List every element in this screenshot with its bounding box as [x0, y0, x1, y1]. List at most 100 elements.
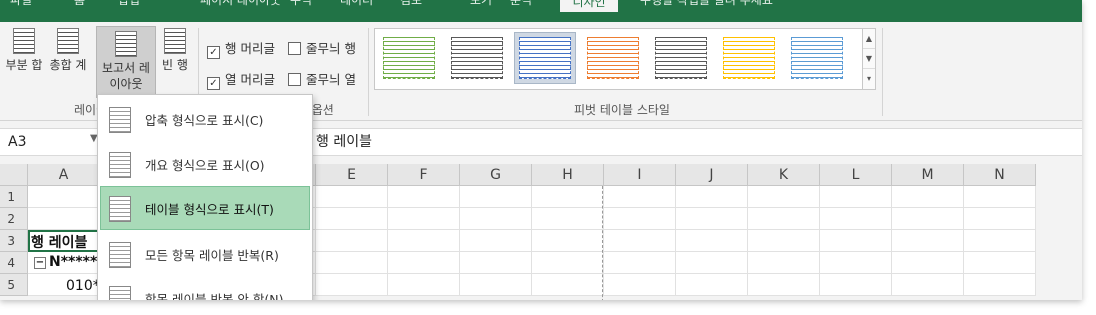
cell[interactable] — [604, 252, 676, 274]
column-header-k[interactable]: K — [748, 164, 820, 186]
tab-file[interactable]: 파일 — [10, 0, 32, 10]
tab-design[interactable]: 디자인 — [560, 0, 618, 12]
tab-analyze[interactable]: 분석 — [510, 0, 532, 10]
cell[interactable] — [748, 252, 820, 274]
gallery-more-icon[interactable]: ▾ — [863, 69, 875, 89]
select-all-corner[interactable] — [0, 164, 28, 186]
report-layout-button[interactable]: 보고서 레이아웃 — [96, 26, 156, 98]
cell[interactable] — [460, 230, 532, 252]
column-header-n[interactable]: N — [964, 164, 1036, 186]
row-header-4[interactable]: 4 — [0, 252, 28, 274]
column-header-g[interactable]: G — [460, 164, 532, 186]
cell[interactable] — [892, 208, 964, 230]
column-header-i[interactable]: I — [604, 164, 676, 186]
cell[interactable] — [748, 274, 820, 296]
cell[interactable] — [820, 274, 892, 296]
cell[interactable] — [532, 230, 604, 252]
cell[interactable] — [964, 274, 1036, 296]
style-thumb[interactable] — [447, 33, 507, 83]
cell[interactable] — [748, 230, 820, 252]
style-thumb[interactable] — [583, 33, 643, 83]
gallery-down-icon[interactable]: ▼ — [863, 49, 875, 69]
column-header-m[interactable]: M — [892, 164, 964, 186]
cell-a4[interactable]: − N***** — [34, 254, 98, 270]
collapse-icon[interactable]: − — [34, 257, 46, 269]
tab-page-layout[interactable]: 페이지 레이아웃 — [200, 0, 281, 10]
cell[interactable] — [964, 252, 1036, 274]
cell[interactable] — [676, 274, 748, 296]
gallery-up-icon[interactable]: ▲ — [863, 29, 875, 49]
cell[interactable] — [964, 186, 1036, 208]
menu-tabular-form[interactable]: 테이블 형식으로 표시(T) — [100, 186, 310, 230]
cell[interactable] — [820, 208, 892, 230]
col-headers-checkbox[interactable]: ✓ 열 머리글 — [207, 69, 275, 90]
tell-me-box[interactable]: 수행할 작업을 알려 주세요 — [640, 0, 773, 10]
cell[interactable] — [460, 186, 532, 208]
menu-no-repeat-labels[interactable]: 항목 레이블 반복 안 함(N) — [101, 277, 309, 300]
cell-a5[interactable]: 010* — [66, 278, 98, 294]
row-header-2[interactable]: 2 — [0, 208, 28, 230]
tab-data[interactable]: 데이터 — [340, 0, 373, 10]
cell[interactable] — [388, 208, 460, 230]
row-header-5[interactable]: 5 — [0, 274, 28, 296]
cell[interactable] — [604, 230, 676, 252]
cell[interactable] — [28, 208, 100, 230]
banded-rows-checkbox[interactable]: 줄무늬 행 — [288, 38, 356, 57]
style-thumb[interactable] — [651, 33, 711, 83]
tab-review[interactable]: 검토 — [400, 0, 422, 10]
blank-rows-button[interactable]: 빈 행 — [158, 28, 192, 98]
style-thumb-selected[interactable] — [514, 32, 576, 84]
tab-insert[interactable]: 삽입 — [118, 0, 140, 10]
row-header-3[interactable]: 3 — [0, 230, 28, 252]
cell[interactable] — [604, 274, 676, 296]
subtotals-button[interactable]: 부분 합 — [4, 28, 44, 98]
cell[interactable] — [532, 186, 604, 208]
cell[interactable] — [388, 186, 460, 208]
cell[interactable] — [604, 208, 676, 230]
cell[interactable] — [820, 230, 892, 252]
pivot-styles-gallery[interactable] — [374, 28, 864, 90]
row-header-1[interactable]: 1 — [0, 186, 28, 208]
name-box[interactable]: A3 — [0, 133, 100, 151]
column-header-f[interactable]: F — [388, 164, 460, 186]
menu-repeat-all-labels[interactable]: 모든 항목 레이블 반복(R) — [101, 233, 309, 275]
cell[interactable] — [604, 186, 676, 208]
style-thumb[interactable] — [379, 33, 439, 83]
formula-content[interactable]: 행 레이블 — [316, 133, 372, 151]
cell[interactable] — [316, 252, 388, 274]
cell[interactable] — [676, 230, 748, 252]
cell[interactable] — [388, 230, 460, 252]
cell[interactable] — [316, 274, 388, 296]
cell[interactable] — [460, 252, 532, 274]
style-thumb[interactable] — [719, 33, 779, 83]
cell[interactable] — [820, 252, 892, 274]
cell[interactable] — [532, 274, 604, 296]
style-thumb[interactable] — [787, 33, 847, 83]
row-headers-checkbox[interactable]: ✓ 행 머리글 — [207, 38, 275, 59]
cell[interactable] — [388, 252, 460, 274]
cell[interactable] — [676, 252, 748, 274]
cell[interactable] — [748, 208, 820, 230]
column-header-a[interactable]: A — [28, 164, 100, 186]
grand-totals-button[interactable]: 총합 계 — [48, 28, 88, 98]
cell-a3[interactable]: 행 레이블 — [31, 232, 97, 252]
column-header-e[interactable]: E — [316, 164, 388, 186]
cell[interactable] — [964, 230, 1036, 252]
cell[interactable] — [820, 186, 892, 208]
cell[interactable] — [676, 186, 748, 208]
cell[interactable] — [892, 274, 964, 296]
cell[interactable] — [28, 186, 100, 208]
cell[interactable] — [532, 252, 604, 274]
menu-outline-form[interactable]: 개요 형식으로 표시(O) — [101, 143, 309, 185]
tab-view[interactable]: 보기 — [470, 0, 492, 10]
menu-compact-form[interactable]: 압축 형식으로 표시(C) — [101, 98, 309, 140]
cell[interactable] — [388, 274, 460, 296]
cell[interactable] — [532, 208, 604, 230]
column-header-l[interactable]: L — [820, 164, 892, 186]
cell[interactable] — [892, 230, 964, 252]
cell[interactable] — [316, 186, 388, 208]
column-header-j[interactable]: J — [676, 164, 748, 186]
tab-home[interactable]: 홈 — [74, 0, 85, 10]
cell[interactable] — [892, 252, 964, 274]
banded-cols-checkbox[interactable]: 줄무늬 열 — [288, 69, 356, 88]
